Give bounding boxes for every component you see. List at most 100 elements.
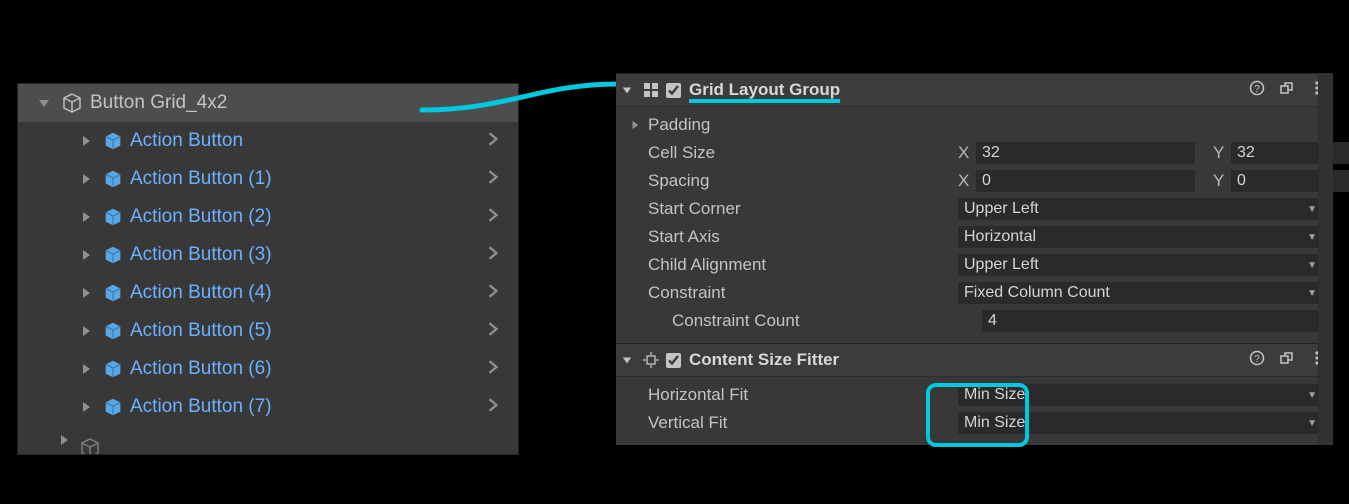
hierarchy-item-child[interactable]: Action Button (5) <box>18 312 518 350</box>
component-header-content-size-fitter[interactable]: Content Size Fitter ? <box>616 343 1333 377</box>
prop-horizontal-fit: Horizontal Fit Min Size ▼ <box>616 381 1333 409</box>
hierarchy-item-label: Action Button (6) <box>130 358 518 380</box>
inspector-panel: Grid Layout Group ? Padding Cell Size X <box>616 73 1333 445</box>
svg-text:?: ? <box>1254 84 1260 95</box>
foldout-closed-icon[interactable] <box>78 209 94 225</box>
prop-label-text: Child Alignment <box>648 255 766 275</box>
chevron-down-icon: ▼ <box>1307 288 1317 299</box>
dropdown-value: Horizontal <box>964 228 1036 246</box>
hierarchy-item-label: Action Button (1) <box>130 168 518 190</box>
content-size-fitter-icon <box>642 351 660 369</box>
open-prefab-icon[interactable] <box>486 244 500 266</box>
hierarchy-item-child[interactable]: Action Button (7) <box>18 388 518 426</box>
foldout-closed-icon[interactable] <box>78 361 94 377</box>
prefab-icon <box>102 244 124 266</box>
child-alignment-dropdown[interactable]: Upper Left ▼ <box>958 254 1323 276</box>
component-enabled-checkbox[interactable] <box>666 353 681 368</box>
start-axis-dropdown[interactable]: Horizontal ▼ <box>958 226 1323 248</box>
prop-label-text: Spacing <box>648 171 709 191</box>
hierarchy-item-label: Action Button (2) <box>130 206 518 228</box>
axis-x-label: X <box>958 143 976 163</box>
prop-label-text: Cell Size <box>648 143 715 163</box>
component-title: Grid Layout Group <box>689 80 1249 100</box>
foldout-closed-icon[interactable] <box>630 120 644 130</box>
prefab-icon <box>102 130 124 152</box>
foldout-closed-icon[interactable] <box>78 247 94 263</box>
spacing-x-input[interactable] <box>976 170 1195 192</box>
prefab-icon <box>102 320 124 342</box>
open-prefab-icon[interactable] <box>486 396 500 418</box>
prop-padding[interactable]: Padding <box>616 111 1333 139</box>
foldout-closed-icon[interactable] <box>78 323 94 339</box>
hierarchy-item-child[interactable]: Action Button (1) <box>18 160 518 198</box>
axis-y-label: Y <box>1213 171 1231 191</box>
open-prefab-icon[interactable] <box>486 168 500 190</box>
open-prefab-icon[interactable] <box>486 358 500 380</box>
open-prefab-icon[interactable] <box>486 282 500 304</box>
gameobject-icon <box>60 91 84 115</box>
hierarchy-panel: Button Grid_4x2 Action Button Action But… <box>17 83 519 455</box>
hierarchy-item-label: Action Button <box>130 130 518 152</box>
dropdown-value: Min Size <box>964 414 1025 432</box>
grid-layout-body: Padding Cell Size X Y Spacing X <box>616 107 1333 343</box>
dropdown-value: Upper Left <box>964 256 1039 274</box>
hierarchy-item-child[interactable]: Action Button (2) <box>18 198 518 236</box>
gameobject-icon <box>78 436 102 454</box>
open-prefab-icon[interactable] <box>486 206 500 228</box>
axis-x-label: X <box>958 171 976 191</box>
hierarchy-item-child[interactable]: Action Button (3) <box>18 236 518 274</box>
prop-label-text: Constraint <box>648 283 725 303</box>
chevron-down-icon: ▼ <box>1307 260 1317 271</box>
constraint-dropdown[interactable]: Fixed Column Count ▼ <box>958 282 1323 304</box>
component-header-grid-layout[interactable]: Grid Layout Group ? <box>616 73 1333 107</box>
scrollbar[interactable] <box>1318 73 1333 445</box>
prop-cell-size: Cell Size X Y <box>616 139 1333 167</box>
prefab-icon <box>102 168 124 190</box>
help-icon[interactable]: ? <box>1249 80 1265 101</box>
hierarchy-item-label: Action Button (3) <box>130 244 518 266</box>
foldout-open-icon[interactable] <box>36 95 52 111</box>
prefab-icon <box>102 396 124 418</box>
open-prefab-icon[interactable] <box>486 320 500 342</box>
hierarchy-item-parent[interactable]: Button Grid_4x2 <box>18 84 518 122</box>
foldout-closed-icon[interactable] <box>58 434 70 446</box>
component-enabled-checkbox[interactable] <box>666 83 681 98</box>
help-icon[interactable]: ? <box>1249 350 1265 371</box>
foldout-closed-icon[interactable] <box>78 133 94 149</box>
preset-icon[interactable] <box>1279 80 1295 101</box>
horizontal-fit-dropdown[interactable]: Min Size ▼ <box>958 384 1323 406</box>
hierarchy-item-child[interactable]: Action Button <box>18 122 518 160</box>
prefab-icon <box>102 358 124 380</box>
prop-label-text: Start Corner <box>648 199 741 219</box>
svg-text:?: ? <box>1254 354 1260 365</box>
prop-label-text: Horizontal Fit <box>648 385 748 405</box>
preset-icon[interactable] <box>1279 350 1295 371</box>
foldout-open-icon[interactable] <box>622 85 636 95</box>
vertical-fit-dropdown[interactable]: Min Size ▼ <box>958 412 1323 434</box>
hierarchy-item-child[interactable]: Action Button (4) <box>18 274 518 312</box>
prop-constraint-count: Constraint Count <box>616 307 1333 335</box>
chevron-down-icon: ▼ <box>1307 232 1317 243</box>
prop-label-text: Padding <box>648 115 710 135</box>
prop-label-text: Vertical Fit <box>648 413 727 433</box>
foldout-open-icon[interactable] <box>622 355 636 365</box>
dropdown-value: Fixed Column Count <box>964 284 1110 302</box>
hierarchy-item-label: Action Button (4) <box>130 282 518 304</box>
prefab-icon <box>102 206 124 228</box>
start-corner-dropdown[interactable]: Upper Left ▼ <box>958 198 1323 220</box>
open-prefab-icon[interactable] <box>486 130 500 152</box>
prop-label-text: Start Axis <box>648 227 720 247</box>
foldout-closed-icon[interactable] <box>78 399 94 415</box>
hierarchy-item-next[interactable] <box>18 426 518 454</box>
chevron-down-icon: ▼ <box>1307 390 1317 401</box>
chevron-down-icon: ▼ <box>1307 418 1317 429</box>
cell-size-x-input[interactable] <box>976 142 1195 164</box>
dropdown-value: Upper Left <box>964 200 1039 218</box>
prop-start-corner: Start Corner Upper Left ▼ <box>616 195 1333 223</box>
component-title: Content Size Fitter <box>689 350 1249 370</box>
grid-layout-icon <box>642 81 660 99</box>
foldout-closed-icon[interactable] <box>78 285 94 301</box>
constraint-count-input[interactable] <box>982 310 1323 332</box>
foldout-closed-icon[interactable] <box>78 171 94 187</box>
hierarchy-item-child[interactable]: Action Button (6) <box>18 350 518 388</box>
